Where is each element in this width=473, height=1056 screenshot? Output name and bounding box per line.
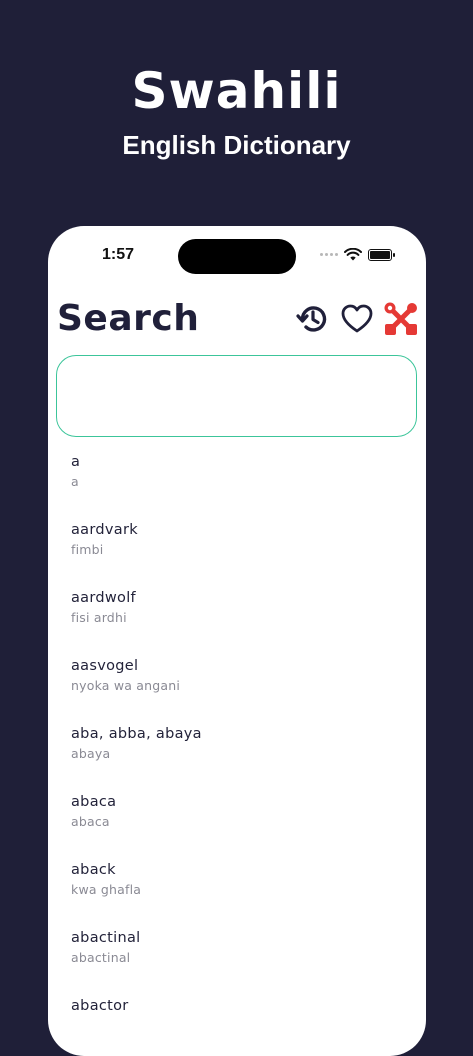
- battery-icon: [368, 248, 395, 261]
- list-item[interactable]: abactinal abactinal: [48, 928, 426, 996]
- dynamic-island: [178, 239, 296, 274]
- promo-title: Swahili: [131, 62, 342, 120]
- wifi-icon: [344, 248, 362, 261]
- promo-subtitle: English Dictionary: [122, 130, 351, 160]
- settings-tools-button[interactable]: [384, 301, 418, 337]
- word-list: a a aardvark fimbi aardwolf fisi ardhi aasvoge…: [48, 452, 426, 1056]
- entry-translation: a: [71, 474, 79, 489]
- entry-translation: abaca: [71, 814, 110, 829]
- entry-word: aba, abba, abaya: [71, 726, 202, 742]
- list-item[interactable]: aardvark fimbi: [48, 520, 426, 588]
- entry-translation: abactinal: [71, 950, 131, 965]
- entry-word: aback: [71, 862, 116, 878]
- list-item[interactable]: abactor: [48, 996, 426, 1056]
- list-item[interactable]: aback kwa ghafla: [48, 860, 426, 928]
- history-button[interactable]: [296, 301, 330, 337]
- page-title: Search: [57, 298, 200, 339]
- list-item[interactable]: aasvogel nyoka wa angani: [48, 656, 426, 724]
- status-indicators: [320, 248, 395, 261]
- entry-translation: nyoka wa angani: [71, 678, 181, 693]
- entry-word: a: [71, 454, 81, 470]
- phone-screen: 1:57 Search a a aardvark fimbi aardwolf …: [48, 226, 426, 1056]
- history-icon: [296, 306, 327, 332]
- entry-translation: abaya: [71, 746, 111, 761]
- entry-word: abaca: [71, 794, 117, 810]
- entry-word: aardwolf: [71, 590, 136, 606]
- list-item[interactable]: aa: [48, 452, 426, 520]
- favorites-button[interactable]: [340, 301, 374, 337]
- tools-icon: [384, 302, 417, 335]
- entry-word: abactinal: [71, 930, 141, 946]
- header-toolbar: [296, 301, 418, 337]
- list-item[interactable]: aba, abba, abaya abaya: [48, 724, 426, 792]
- list-item[interactable]: aardwolf fisi ardhi: [48, 588, 426, 656]
- entry-translation: fimbi: [71, 542, 104, 557]
- heart-icon: [341, 304, 373, 333]
- entry-word: abactor: [71, 998, 129, 1014]
- search-input[interactable]: [56, 355, 417, 437]
- signal-icon: [320, 253, 338, 256]
- entry-translation: fisi ardhi: [71, 610, 127, 625]
- entry-word: aardvark: [71, 522, 138, 538]
- entry-translation: kwa ghafla: [71, 882, 142, 897]
- status-time: 1:57: [102, 246, 135, 263]
- entry-word: aasvogel: [71, 658, 139, 674]
- list-item[interactable]: abaca abaca: [48, 792, 426, 860]
